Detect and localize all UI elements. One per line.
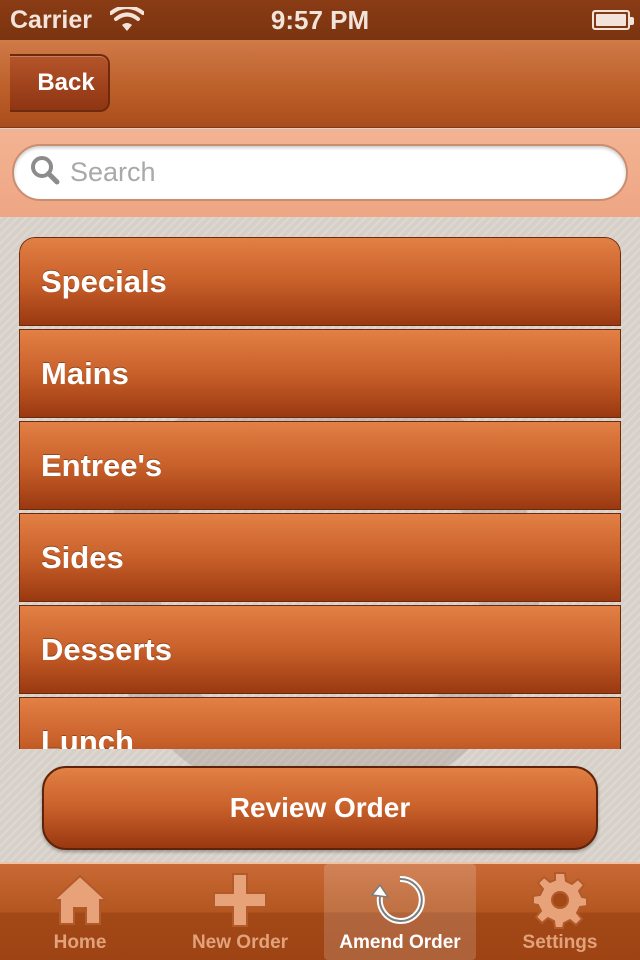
- search-field[interactable]: [12, 144, 628, 201]
- menu-item-label: Lunch: [41, 723, 134, 750]
- back-button-label: Back: [37, 69, 95, 96]
- tab-home[interactable]: Home: [4, 864, 156, 960]
- gear-icon: [531, 872, 589, 929]
- search-bar: [0, 129, 640, 217]
- tab-bar: Home New Order Amend Order Settings: [0, 862, 640, 960]
- menu-item-specials[interactable]: Specials: [19, 237, 621, 326]
- tab-amend-order[interactable]: Amend Order: [324, 864, 476, 960]
- home-icon: [50, 872, 110, 928]
- search-icon: [30, 155, 60, 190]
- tab-label: New Order: [191, 932, 289, 953]
- status-bar: Carrier 9:57 PM: [0, 0, 640, 40]
- menu-item-entrees[interactable]: Entree's: [19, 421, 621, 510]
- tab-new-order[interactable]: New Order: [164, 864, 316, 960]
- menu-item-label: Desserts: [41, 631, 172, 667]
- menu-item-label: Entree's: [41, 447, 163, 483]
- menu-item-desserts[interactable]: Desserts: [19, 605, 621, 694]
- search-input[interactable]: [70, 157, 590, 188]
- tab-label: Home: [53, 932, 107, 953]
- menu-item-mains[interactable]: Mains: [19, 329, 621, 418]
- menu-item-sides[interactable]: Sides: [19, 513, 621, 602]
- plus-icon: [212, 872, 268, 928]
- tab-settings[interactable]: Settings: [484, 864, 636, 960]
- menu-item-label: Sides: [41, 539, 124, 575]
- refresh-icon: [370, 872, 430, 928]
- navigation-bar: Back: [0, 40, 640, 128]
- review-order-button[interactable]: Review Order: [42, 766, 598, 850]
- tab-label: Amend Order: [339, 932, 461, 953]
- content-area: Specials Mains Entree's Sides Desserts L…: [0, 217, 640, 862]
- menu-item-lunch[interactable]: Lunch: [19, 697, 621, 749]
- menu-category-list[interactable]: Specials Mains Entree's Sides Desserts L…: [19, 237, 621, 749]
- back-button[interactable]: Back: [10, 54, 110, 112]
- menu-item-label: Specials: [41, 263, 167, 299]
- menu-item-label: Mains: [41, 355, 129, 391]
- battery-icon: [592, 10, 634, 30]
- status-time: 9:57 PM: [270, 5, 370, 35]
- review-order-label: Review Order: [229, 792, 411, 823]
- tab-label: Settings: [522, 932, 598, 953]
